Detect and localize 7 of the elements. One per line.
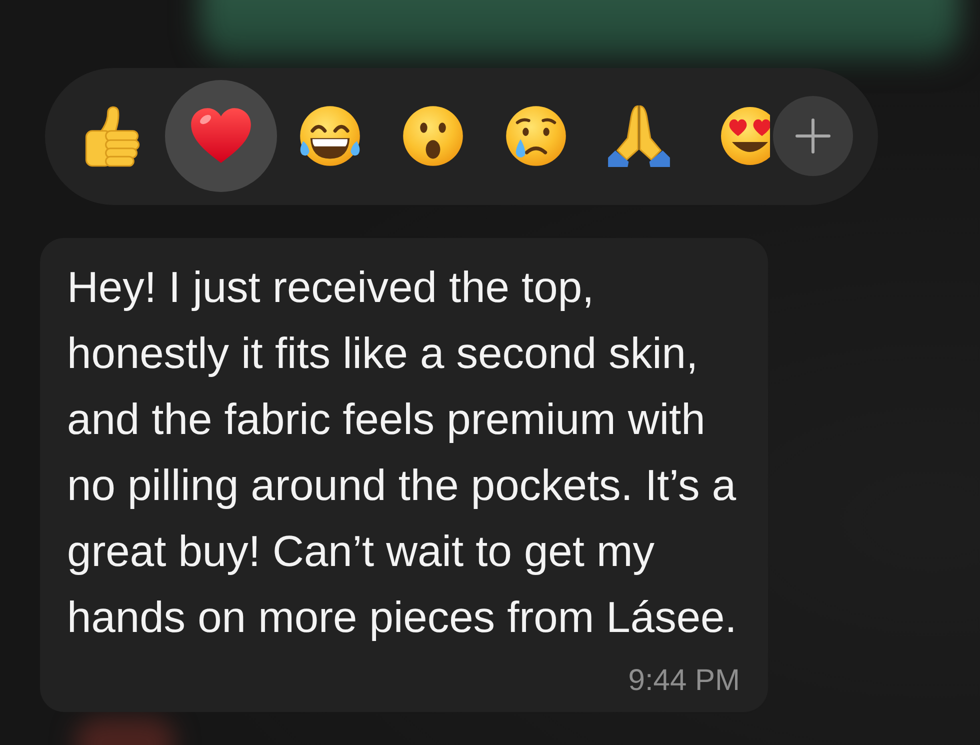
message-text: Hey! I just received the top, honestly it fits like a second skin, and the fabric feels premium with no pilling around the pockets. It’s a great buy! Can’t wait to get my hands on more pieces from Lásee. xyxy=(67,263,738,644)
folded-hands-icon xyxy=(606,103,672,169)
crying-face-icon xyxy=(503,103,569,169)
tears-of-joy-face-icon xyxy=(297,103,363,169)
surprised-face-icon xyxy=(400,103,466,169)
message-time: 9:44 PM xyxy=(628,665,740,697)
plus-icon xyxy=(795,118,831,154)
